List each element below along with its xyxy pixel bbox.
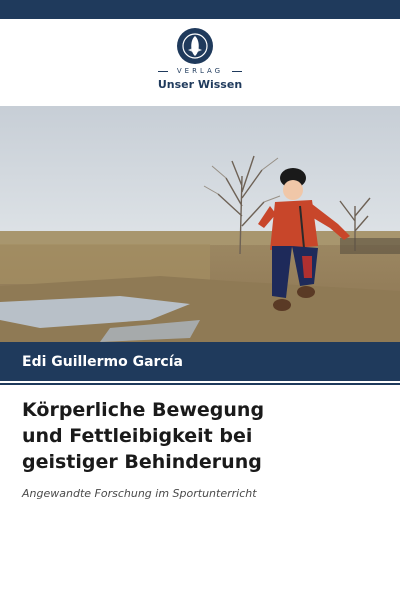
title-line-3: geistiger Behinderung <box>22 451 262 473</box>
cover-photo <box>0 106 400 342</box>
divider-rule <box>0 383 400 385</box>
child-jumping-photo <box>0 106 400 342</box>
publisher-label: VERLAG <box>176 67 224 75</box>
globe-book-icon <box>177 28 213 64</box>
dash-right <box>232 70 243 72</box>
author-bar: Edi Guillermo García <box>0 342 400 381</box>
title-line-2: und Fettleibigkeit bei <box>22 425 253 447</box>
author-name: Edi Guillermo García <box>22 354 183 370</box>
top-bar <box>0 0 400 19</box>
book-title: Körperliche Bewegung und Fettleibigkeit … <box>22 397 382 475</box>
book-subtitle: Angewandte Forschung im Sportunterricht <box>22 487 257 500</box>
publisher-header: VERLAG Unser Wissen <box>0 19 400 106</box>
publisher-label-row: VERLAG <box>0 67 400 75</box>
title-line-1: Körperliche Bewegung <box>22 399 265 421</box>
dash-left <box>157 70 168 72</box>
publisher-name: Unser Wissen <box>157 78 243 91</box>
